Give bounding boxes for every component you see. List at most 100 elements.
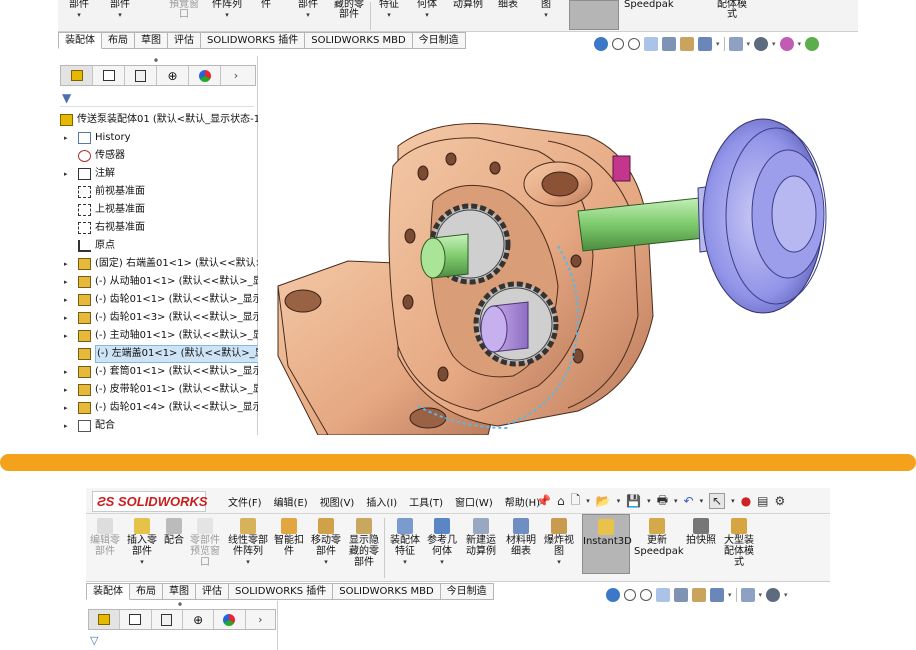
rebuild-traffic-light-icon[interactable]: ●: [741, 494, 751, 508]
tree-item[interactable]: ▸ History: [58, 129, 258, 147]
dynamic-annotation-icon[interactable]: [692, 588, 706, 602]
scene-icon[interactable]: [805, 37, 820, 51]
previous-view-icon[interactable]: [656, 588, 670, 602]
tab-evaluate[interactable]: 评估: [196, 583, 229, 600]
tree-item[interactable]: ▸ (-) 主动轴01<1> (默认<<默认>_显示状态: [58, 327, 293, 345]
zoom-to-fit-icon[interactable]: [624, 589, 636, 601]
chevron-right-icon[interactable]: ›: [221, 66, 251, 85]
menu-window[interactable]: 窗口(W): [455, 494, 493, 509]
tab-mbd[interactable]: SOLIDWORKS MBD: [305, 32, 413, 49]
view-orientation-icon[interactable]: [606, 588, 620, 602]
chevron-down-icon[interactable]: ▾: [716, 40, 720, 48]
ribbon-button-edit-component[interactable]: 编辑零 部件: [88, 518, 122, 557]
expand-arrow-icon[interactable]: ▸: [64, 381, 68, 399]
menu-tools[interactable]: 工具(T): [409, 494, 443, 509]
display-style-icon[interactable]: [740, 588, 755, 602]
property-manager-tab-icon[interactable]: [120, 610, 152, 629]
view-orientation-icon[interactable]: [594, 37, 608, 51]
ribbon-button-motion-study[interactable]: 新建运 动算例: [464, 518, 498, 557]
ribbon-button-assembly-features[interactable]: 装配体 特征 ▾: [388, 518, 422, 568]
tree-item[interactable]: 前视基准面: [58, 183, 258, 201]
new-file-icon[interactable]: 🗋: [571, 491, 581, 512]
ribbon-button-exploded-view[interactable]: 爆炸视 图 ▾: [542, 518, 576, 568]
chevron-down-icon[interactable]: ▾: [674, 497, 678, 505]
expand-arrow-icon[interactable]: ▸: [64, 399, 68, 417]
chevron-down-icon[interactable]: ▾: [798, 40, 802, 48]
tree-item[interactable]: 传送泵装配体01 (默认<默认_显示状态-1>): [58, 111, 272, 129]
section-view-icon[interactable]: [674, 588, 688, 602]
chevron-down-icon[interactable]: ▾: [731, 497, 735, 505]
chevron-down-icon[interactable]: ▾: [647, 497, 651, 505]
view-type-icon[interactable]: [710, 588, 724, 602]
filter-icon[interactable]: ▽: [90, 634, 98, 647]
display-manager-tab-icon[interactable]: [214, 610, 246, 629]
tab-evaluate[interactable]: 评估: [168, 32, 201, 49]
section-view-icon[interactable]: [662, 37, 676, 51]
filter-icon[interactable]: ▼: [62, 91, 71, 105]
menu-edit[interactable]: 编辑(E): [274, 494, 308, 509]
tree-item[interactable]: 原点: [58, 237, 258, 255]
tree-item[interactable]: ▸ 注解: [58, 165, 258, 183]
home-icon[interactable]: ⌂: [557, 494, 565, 508]
ribbon-button-exploded-view[interactable]: 图 ▾: [534, 0, 558, 32]
ribbon-button-edit-component[interactable]: 部件 ▾: [64, 0, 94, 32]
ribbon-button-insert-component[interactable]: 部件 ▾: [106, 0, 134, 32]
chevron-down-icon[interactable]: ▾: [617, 497, 621, 505]
previous-view-icon[interactable]: [644, 37, 658, 51]
ribbon-button-linear-pattern[interactable]: 线性零部 件阵列 ▾: [226, 518, 270, 568]
tree-item[interactable]: 传感器: [58, 147, 258, 165]
options-gear-icon[interactable]: ⚙: [775, 494, 786, 508]
property-manager-tab-icon[interactable]: [93, 66, 125, 85]
configuration-manager-tab-icon[interactable]: [125, 66, 157, 85]
select-cursor-icon[interactable]: ↖: [709, 493, 726, 509]
tab-mbd[interactable]: SOLIDWORKS MBD: [333, 583, 441, 600]
open-file-icon[interactable]: 📂: [596, 494, 611, 508]
tab-sketch[interactable]: 草图: [163, 583, 196, 600]
tree-item[interactable]: ▸ (-) 齿轮01<3> (默认<<默认>_显示状态: [58, 309, 283, 327]
ribbon-button-show-hidden[interactable]: 显示隐 藏的零 部件: [348, 518, 380, 568]
menu-help[interactable]: 帮助(H): [505, 494, 540, 509]
tree-item[interactable]: ▸ (固定) 右端盖01<1> (默认<<默认>_显示状态: [58, 255, 309, 273]
ribbon-button-insert-component[interactable]: 插入零 部件 ▾: [126, 518, 158, 568]
solidworks-logo[interactable]: ƧS SOLIDWORKS: [92, 491, 208, 512]
ribbon-button-smart-fastener[interactable]: 智能扣 件: [274, 518, 304, 557]
ribbon-button-show-hidden[interactable]: 藏的零 部件: [332, 0, 366, 32]
tree-item[interactable]: ▸ 配合: [58, 417, 258, 435]
panel-grip-icon[interactable]: ⦁: [178, 599, 182, 609]
chevron-down-icon[interactable]: ▾: [784, 591, 788, 599]
file-properties-icon[interactable]: ▤: [757, 494, 768, 508]
tab-sketch[interactable]: 草图: [135, 32, 168, 49]
expand-arrow-icon[interactable]: ▸: [64, 291, 68, 309]
tree-item[interactable]: 右视基准面: [58, 219, 258, 237]
ribbon-button-large-assembly[interactable]: 大型装 配体模 式: [722, 518, 756, 568]
ribbon-button-large-assembly[interactable]: 配体模 式: [714, 0, 750, 32]
chevron-down-icon[interactable]: ▾: [728, 591, 732, 599]
dynamic-annotation-icon[interactable]: [680, 37, 694, 51]
tab-layout[interactable]: 布局: [102, 32, 135, 49]
zoom-area-icon[interactable]: [628, 38, 640, 50]
expand-arrow-icon[interactable]: ▸: [64, 363, 68, 381]
expand-arrow-icon[interactable]: ▸: [64, 129, 68, 147]
pin-icon[interactable]: 📌: [536, 494, 551, 508]
panel-grip-icon[interactable]: ⦁: [154, 55, 158, 65]
feature-tree-tab-icon[interactable]: [89, 610, 121, 629]
expand-arrow-icon[interactable]: ▸: [64, 255, 68, 273]
hide-show-icon[interactable]: [766, 588, 781, 602]
tab-addins[interactable]: SOLIDWORKS 插件: [201, 32, 306, 49]
feature-tree-tab-icon[interactable]: [61, 66, 93, 85]
ribbon-button-linear-pattern[interactable]: 件阵列 ▾: [210, 0, 244, 32]
menu-file[interactable]: 文件(F): [228, 494, 262, 509]
expand-arrow-icon[interactable]: ▸: [64, 165, 68, 183]
ribbon-button-mate[interactable]: 配合: [162, 518, 186, 546]
tab-assembly[interactable]: 装配体: [86, 583, 130, 600]
ribbon-button-speedpak[interactable]: Speedpak: [624, 0, 674, 32]
ribbon-button-smart-fastener[interactable]: 件: [254, 0, 278, 32]
chevron-down-icon[interactable]: ▾: [586, 497, 590, 505]
dimxpert-tab-icon[interactable]: ⊕: [157, 66, 189, 85]
display-style-icon[interactable]: [728, 37, 743, 51]
tree-item[interactable]: ▸ (-) 齿轮01<4> (默认<<默认>_显示状态: [58, 399, 283, 417]
tab-assembly[interactable]: 装配体: [58, 32, 102, 49]
expand-arrow-icon[interactable]: ▸: [64, 309, 68, 327]
tab-make-today[interactable]: 今日制造: [412, 32, 466, 49]
print-icon[interactable]: 🖶: [657, 491, 668, 512]
